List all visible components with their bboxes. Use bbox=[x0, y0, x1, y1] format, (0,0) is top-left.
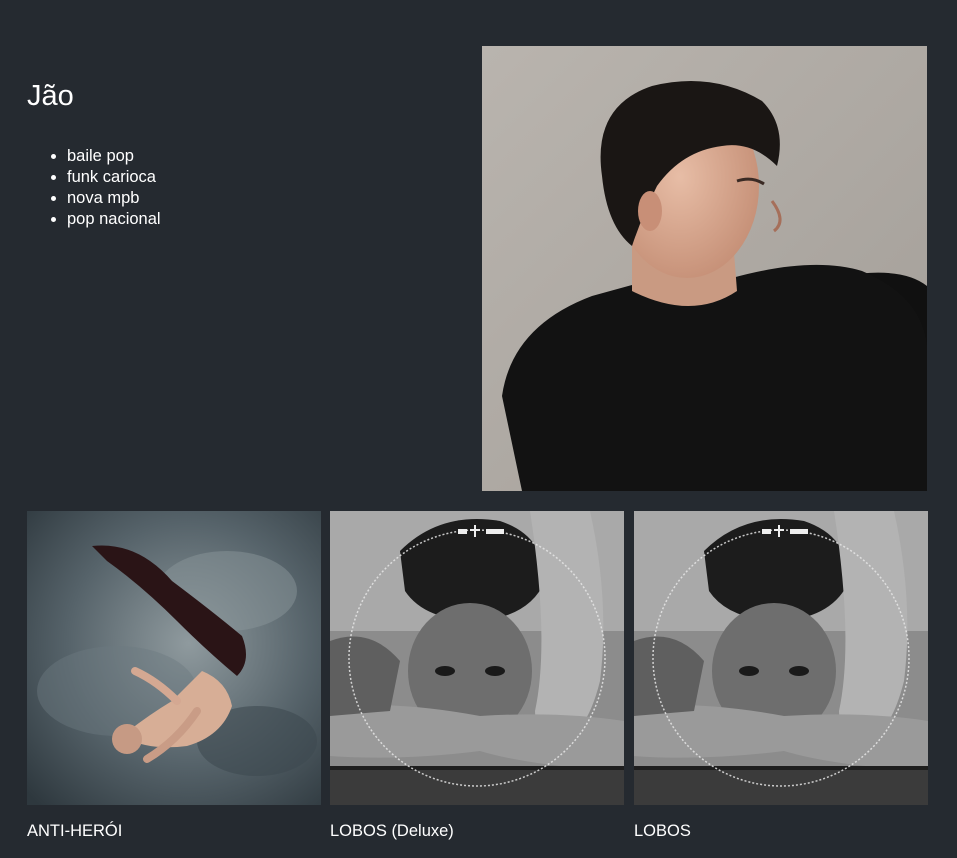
genre-item: nova mpb bbox=[67, 188, 161, 209]
genre-list: baile pop funk carioca nova mpb pop naci… bbox=[27, 146, 161, 230]
album-title[interactable]: LOBOS bbox=[634, 821, 928, 841]
album-card[interactable]: LOBOS bbox=[634, 511, 928, 841]
album-card[interactable]: LOBOS (Deluxe) bbox=[330, 511, 624, 841]
artist-name: Jão bbox=[27, 80, 74, 112]
genre-item: baile pop bbox=[67, 146, 161, 167]
album-cover[interactable] bbox=[27, 511, 321, 805]
artist-photo bbox=[482, 46, 927, 491]
album-card[interactable]: ANTI-HERÓI bbox=[27, 511, 321, 841]
album-cover[interactable] bbox=[634, 511, 928, 805]
genre-item: funk carioca bbox=[67, 167, 161, 188]
genre-item: pop nacional bbox=[67, 209, 161, 230]
artist-page: Jão baile pop funk carioca nova mpb pop … bbox=[0, 0, 957, 858]
album-title[interactable]: LOBOS (Deluxe) bbox=[330, 821, 624, 841]
album-cover[interactable] bbox=[330, 511, 624, 805]
album-title[interactable]: ANTI-HERÓI bbox=[27, 821, 321, 841]
